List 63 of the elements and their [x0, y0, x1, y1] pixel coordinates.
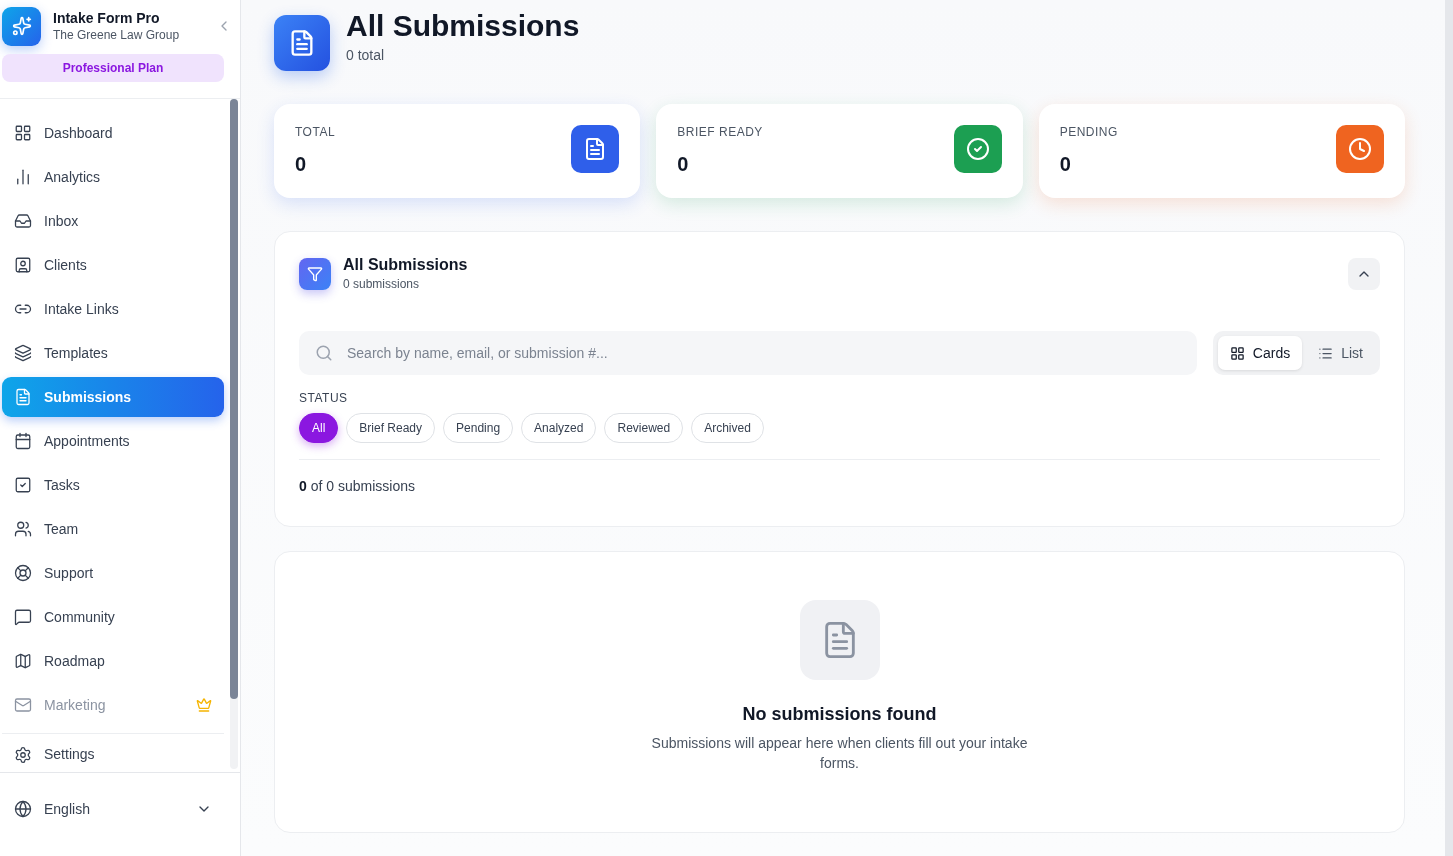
- filter-icon: [299, 257, 331, 290]
- stat-value: 0: [295, 153, 308, 176]
- organization-name: The Greene Law Group: [53, 28, 181, 42]
- view-button[interactable]: Cards: [1217, 336, 1303, 370]
- contact-icon: [14, 256, 32, 274]
- nav-item[interactable]: Community: [2, 597, 224, 637]
- nav-item[interactable]: Analytics: [2, 157, 224, 197]
- grid-icon: [14, 124, 32, 142]
- status-filter-chip[interactable]: Brief Ready: [346, 413, 436, 443]
- nav-item[interactable]: Inbox: [2, 201, 224, 241]
- view-button[interactable]: List: [1306, 336, 1375, 370]
- plan-badge: Professional Plan: [2, 54, 224, 82]
- nav-item[interactable]: Team: [2, 509, 224, 549]
- layers-icon: [14, 344, 32, 362]
- nav-item[interactable]: Appointments: [2, 421, 224, 461]
- empty-state-message: Submissions will appear here when clients fill out your intake forms.: [650, 734, 1029, 773]
- nav-item[interactable]: Dashboard: [2, 113, 224, 153]
- map-icon: [14, 652, 32, 670]
- status-filter-chip[interactable]: Reviewed: [604, 413, 684, 443]
- nav-item[interactable]: Clients: [2, 245, 224, 285]
- inbox-icon: [14, 212, 32, 230]
- nav-item[interactable]: Support: [2, 553, 224, 593]
- language-selector[interactable]: English: [2, 789, 224, 829]
- bar-chart-icon: [14, 168, 32, 186]
- collapse-button[interactable]: [1348, 257, 1380, 290]
- lifebuoy-icon: [14, 564, 32, 582]
- nav-item[interactable]: Tasks: [2, 465, 224, 505]
- app-name: Intake Form Pro: [53, 10, 161, 26]
- globe-icon: [14, 800, 32, 818]
- nav-item[interactable]: Settings: [2, 746, 224, 768]
- stat-label: PENDING: [1059, 125, 1118, 139]
- document-icon: [14, 388, 32, 406]
- nav-item[interactable]: Templates: [2, 333, 224, 373]
- page-title: All Submissions: [346, 9, 580, 43]
- stat-label: TOTAL: [295, 125, 336, 139]
- users-icon: [14, 520, 32, 538]
- stat-label: BRIEF READY: [677, 125, 763, 139]
- document-icon: [274, 15, 330, 71]
- status-filter-chip[interactable]: Archived: [691, 413, 764, 443]
- settings-icon: [14, 746, 32, 764]
- status-filter-chip[interactable]: Pending: [443, 413, 514, 443]
- calendar-icon: [14, 432, 32, 450]
- result-count: 0 of 0 submissions: [299, 478, 416, 494]
- search-field[interactable]: Search by name, email, or submission #...: [299, 331, 1197, 375]
- status-label: STATUS: [299, 391, 349, 405]
- document-icon: [799, 600, 880, 680]
- nav-item[interactable]: Roadmap: [2, 641, 224, 681]
- panel-subtitle: 0 submissions: [343, 277, 421, 291]
- panel-title: All Submissions: [343, 256, 469, 274]
- stat-value: 0: [1059, 153, 1072, 176]
- page-subtitle: 0 total: [346, 47, 386, 63]
- status-filter-chip[interactable]: All: [299, 413, 339, 443]
- grid-icon: [1229, 345, 1245, 361]
- nav-item[interactable]: Intake Links: [2, 289, 224, 329]
- status-filter-chip[interactable]: Analyzed: [521, 413, 597, 443]
- scrollbar-thumb[interactable]: [230, 99, 238, 699]
- list-icon: [1318, 345, 1334, 361]
- empty-state-title: No submissions found: [742, 704, 937, 725]
- search-icon: [315, 344, 333, 362]
- checkbox-icon: [14, 476, 32, 494]
- stat-value: 0: [677, 153, 690, 176]
- mail-icon: [14, 696, 32, 714]
- chat-icon: [14, 608, 32, 626]
